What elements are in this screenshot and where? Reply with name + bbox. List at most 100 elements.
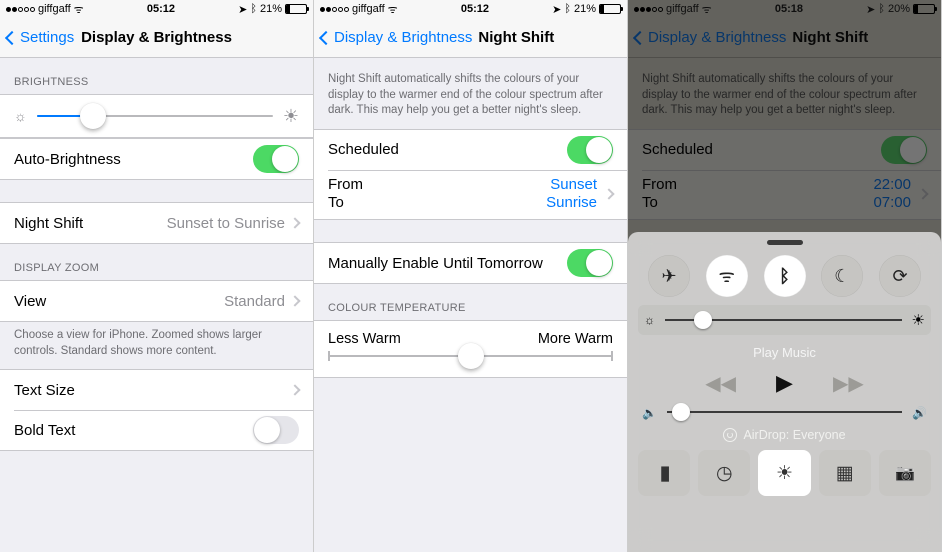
auto-brightness-row: Auto-Brightness — [0, 139, 313, 179]
auto-brightness-switch[interactable] — [253, 145, 299, 173]
signal-dots — [320, 7, 349, 12]
to-label: To — [328, 194, 546, 213]
bluetooth-toggle[interactable] — [764, 255, 806, 297]
section-header-brightness: BRIGHTNESS — [0, 58, 313, 94]
sun-small-icon: ☼ — [14, 108, 27, 124]
location-icon: ➤ — [552, 3, 561, 16]
orientation-lock-toggle[interactable] — [879, 255, 921, 297]
zoom-footer: Choose a view for iPhone. Zoomed shows l… — [0, 322, 313, 369]
temperature-row: Less Warm More Warm — [314, 320, 627, 378]
wifi-icon: ᯤ — [702, 2, 712, 17]
pane-display-brightness: giffgaff ᯤ 05:12 ➤ ᛒ 21% Settings Displa… — [0, 0, 314, 552]
airdrop-label: AirDrop: Everyone — [743, 428, 845, 442]
now-playing-title[interactable]: Play Music — [638, 343, 931, 362]
night-shift-intro: Night Shift automatically shifts the col… — [628, 58, 941, 129]
status-bar: giffgaff ᯤ 05:12 ➤ ᛒ 21% — [314, 0, 627, 18]
battery-icon — [913, 4, 935, 14]
text-size-label: Text Size — [14, 382, 291, 399]
camera-icon — [895, 462, 915, 484]
chevron-left-icon — [319, 30, 333, 44]
battery-pct: 21% — [574, 3, 596, 15]
chevron-left-icon — [5, 30, 19, 44]
orientation-lock-icon — [892, 266, 907, 287]
bluetooth-icon — [779, 266, 790, 287]
chevron-right-icon — [289, 384, 300, 395]
dnd-toggle[interactable] — [821, 255, 863, 297]
status-bar: giffgaff ᯤ 05:18 ➤ ᛒ 20% — [628, 0, 941, 18]
flashlight-button[interactable] — [638, 450, 690, 496]
scheduled-switch[interactable] — [567, 136, 613, 164]
airplane-toggle[interactable] — [648, 255, 690, 297]
chevron-right-icon — [289, 217, 300, 228]
auto-brightness-label: Auto-Brightness — [14, 151, 253, 168]
brightness-slider-row: ☼ ☀ — [0, 94, 313, 138]
bluetooth-icon: ᛒ — [250, 3, 257, 15]
pane-night-shift: giffgaff ᯤ 05:12 ➤ ᛒ 21% Display & Brigh… — [314, 0, 628, 552]
speaker-high-icon — [912, 404, 927, 420]
night-shift-label: Night Shift — [14, 215, 167, 232]
from-value: Sunset — [546, 176, 597, 195]
view-row[interactable]: View Standard — [0, 281, 313, 321]
nav-title: Night Shift — [478, 29, 554, 46]
location-icon: ➤ — [238, 3, 247, 16]
back-button[interactable]: Display & Brightness — [634, 29, 786, 46]
pane-control-center: giffgaff ᯤ 05:18 ➤ ᛒ 20% Display & Brigh… — [628, 0, 942, 552]
back-label: Settings — [20, 29, 74, 46]
cc-volume-slider[interactable] — [638, 404, 931, 420]
calculator-button[interactable] — [819, 450, 871, 496]
manual-enable-switch[interactable] — [567, 249, 613, 277]
to-value: 07:00 — [873, 194, 911, 213]
calculator-icon — [836, 462, 854, 485]
wifi-icon: ᯤ — [74, 2, 84, 17]
scheduled-row: Scheduled — [314, 130, 627, 170]
nav-bar: Settings Display & Brightness — [0, 18, 313, 58]
signal-dots — [634, 7, 663, 12]
night-shift-intro: Night Shift automatically shifts the col… — [314, 58, 627, 129]
section-header-zoom: DISPLAY ZOOM — [0, 244, 313, 280]
signal-dots — [6, 7, 35, 12]
forward-button[interactable]: ▶▶ — [833, 371, 864, 396]
bold-text-switch[interactable] — [253, 416, 299, 444]
more-warm-label: More Warm — [538, 331, 613, 347]
night-shift-button[interactable] — [758, 450, 810, 496]
to-value: Sunrise — [546, 194, 597, 213]
rewind-button[interactable]: ◀◀ — [705, 371, 736, 396]
brightness-slider[interactable] — [37, 115, 273, 117]
carrier-label: giffgaff — [352, 3, 385, 15]
temperature-slider[interactable] — [328, 355, 613, 357]
less-warm-label: Less Warm — [328, 331, 401, 347]
speaker-low-icon — [642, 404, 657, 420]
back-button[interactable]: Display & Brightness — [320, 29, 472, 46]
text-size-row[interactable]: Text Size — [0, 370, 313, 410]
nav-title: Night Shift — [792, 29, 868, 46]
scheduled-label: Scheduled — [642, 141, 881, 158]
section-header-temperature: COLOUR TEMPERATURE — [314, 284, 627, 320]
cc-brightness-slider[interactable]: ☼ ☀ — [638, 305, 931, 335]
from-value: 22:00 — [873, 176, 911, 195]
wifi-icon: ᯤ — [719, 264, 735, 288]
play-button[interactable]: ▶ — [776, 370, 793, 396]
airplane-icon — [661, 266, 676, 287]
to-label: To — [642, 194, 873, 213]
camera-button[interactable] — [879, 450, 931, 496]
night-shift-detail: Sunset to Sunrise — [167, 215, 285, 232]
night-shift-row[interactable]: Night Shift Sunset to Sunrise — [0, 203, 313, 243]
chevron-right-icon — [289, 295, 300, 306]
grabber-icon[interactable] — [767, 240, 803, 245]
from-to-row[interactable]: From To 22:00 07:00 — [628, 170, 941, 220]
control-center[interactable]: ᯤ ☼ ☀ Play Music ◀◀ ▶ ▶▶ AirDrop: Everyo… — [628, 232, 941, 552]
from-to-row[interactable]: From To Sunset Sunrise — [314, 170, 627, 220]
view-detail: Standard — [224, 293, 285, 310]
status-time: 05:12 — [461, 3, 489, 15]
scheduled-switch[interactable] — [881, 136, 927, 164]
flashlight-icon — [660, 462, 668, 485]
airdrop-button[interactable]: AirDrop: Everyone — [638, 428, 931, 442]
carrier-label: giffgaff — [38, 3, 71, 15]
back-label: Display & Brightness — [334, 29, 472, 46]
nav-bar: Display & Brightness Night Shift — [314, 18, 627, 58]
timer-button[interactable] — [698, 450, 750, 496]
back-button[interactable]: Settings — [6, 29, 74, 46]
battery-pct: 21% — [260, 3, 282, 15]
wifi-toggle[interactable]: ᯤ — [706, 255, 748, 297]
nav-bar: Display & Brightness Night Shift — [628, 18, 941, 58]
